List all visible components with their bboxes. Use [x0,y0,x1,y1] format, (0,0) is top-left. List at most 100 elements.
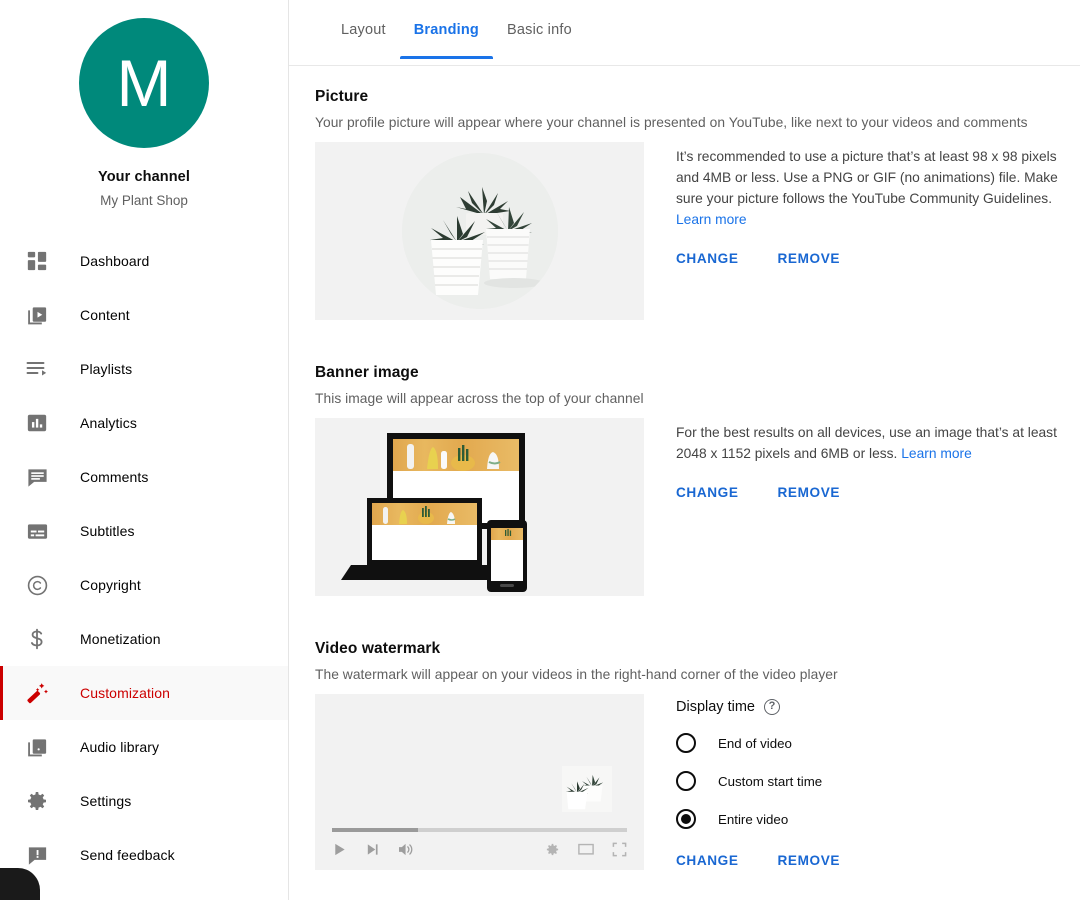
channel-header: M Your channel My Plant Shop [0,0,288,208]
video-controls [332,838,627,860]
banner-info: For the best results on all devices, use… [644,418,1080,596]
sidebar-item-label: Dashboard [80,253,150,269]
avatar[interactable]: M [79,18,209,148]
sidebar-item-label: Copyright [80,577,141,593]
youtube-studio-window: M Your channel My Plant Shop Dashboard C… [0,0,1080,900]
sidebar-item-label: Send feedback [80,847,175,863]
channel-name: My Plant Shop [100,193,188,208]
sidebar-item-label: Monetization [80,631,161,647]
your-channel-label: Your channel [98,169,190,185]
video-progress-fill [332,828,418,832]
sidebar-item-analytics[interactable]: Analytics [0,396,288,450]
picture-info: It’s recommended to use a picture that’s… [644,142,1080,320]
sidebar-item-label: Audio library [80,739,160,755]
display-time-label: Display time [676,699,755,715]
video-library-icon [24,302,50,328]
video-player-mock [315,694,644,870]
radio-label: Custom start time [718,773,823,789]
watermark-subtitle: The watermark will appear on your videos… [315,667,838,682]
tab-branding[interactable]: Branding [399,22,494,59]
sidebar-item-content[interactable]: Content [0,288,288,342]
radio-label: Entire video [718,811,789,827]
sidebar-item-comments[interactable]: Comments [0,450,288,504]
banner-devices-image [315,418,644,596]
picture-change-button[interactable]: CHANGE [676,251,739,266]
help-icon[interactable]: ? [763,699,780,715]
comment-icon [24,464,50,490]
fullscreen-icon[interactable] [612,842,627,857]
banner-help-text: For the best results on all devices, use… [676,425,1057,461]
dollar-icon [24,626,50,652]
tab-basic-info[interactable]: Basic info [493,22,586,58]
sidebar-nav: Dashboard Content Playlists Analytics Co… [0,234,288,882]
radio-entire-video[interactable]: Entire video [676,809,1080,829]
watermark-actions: CHANGE REMOVE [676,853,1080,868]
bar-chart-icon [24,410,50,436]
picture-title: Picture [315,88,369,105]
banner-learn-more-link[interactable]: Learn more [901,446,972,461]
watermark-remove-button[interactable]: REMOVE [778,853,841,868]
picture-subtitle: Your profile picture will appear where y… [315,115,1028,130]
magic-wand-icon [24,680,50,706]
watermark-change-button[interactable]: CHANGE [676,853,739,868]
sidebar-item-label: Customization [80,685,171,701]
main-content: Layout Branding Basic info Picture Your … [289,0,1080,900]
sidebar-item-monetization[interactable]: Monetization [0,612,288,666]
picture-help-text: It’s recommended to use a picture that’s… [676,149,1058,206]
banner-change-button[interactable]: CHANGE [676,485,739,500]
tab-bar: Layout Branding Basic info [289,0,1080,66]
settings-gear-icon[interactable] [545,842,560,857]
watermark-preview[interactable] [315,694,644,870]
sidebar-item-send-feedback[interactable]: Send feedback [0,828,288,882]
sidebar-item-label: Content [80,307,130,323]
radio-custom-start-time[interactable]: Custom start time [676,771,1080,791]
radio-button-selected[interactable] [676,809,696,829]
radio-button[interactable] [676,733,696,753]
video-progress-bar[interactable] [332,828,627,832]
sidebar-item-label: Settings [80,793,132,809]
banner-actions: CHANGE REMOVE [676,485,1080,500]
sidebar-item-subtitles[interactable]: Subtitles [0,504,288,558]
banner-subtitle: This image will appear across the top of… [315,391,644,406]
sidebar-item-copyright[interactable]: Copyright [0,558,288,612]
gear-icon [24,788,50,814]
picture-preview[interactable] [315,142,644,320]
picture-actions: CHANGE REMOVE [676,251,1080,266]
playlist-icon [24,356,50,382]
banner-title: Banner image [315,364,419,381]
sidebar-item-audio-library[interactable]: Audio library [0,720,288,774]
play-icon[interactable] [332,842,347,857]
feedback-icon [24,842,50,868]
dashboard-icon [24,248,50,274]
radio-end-of-video[interactable]: End of video [676,733,1080,753]
picture-learn-more-link[interactable]: Learn more [676,212,747,227]
music-library-icon [24,734,50,760]
tab-layout[interactable]: Layout [327,22,400,58]
sidebar-item-label: Subtitles [80,523,135,539]
sidebar-item-playlists[interactable]: Playlists [0,342,288,396]
miniplayer-icon[interactable] [578,842,594,856]
branding-panel: Picture Your profile picture will appear… [289,66,1080,870]
profile-picture-image [315,142,644,320]
sidebar-item-settings[interactable]: Settings [0,774,288,828]
display-time-header: Display time ? [676,698,1080,715]
avatar-letter: M [116,46,172,120]
sidebar-item-label: Analytics [80,415,137,431]
banner-preview[interactable] [315,418,644,596]
sidebar-item-customization[interactable]: Customization [0,666,288,720]
next-track-icon[interactable] [365,842,380,857]
banner-remove-button[interactable]: REMOVE [778,485,841,500]
section-picture: Picture Your profile picture will appear… [315,88,1080,320]
volume-icon[interactable] [398,842,415,857]
section-banner: Banner image This image will appear acro… [315,364,1080,596]
sidebar-item-dashboard[interactable]: Dashboard [0,234,288,288]
watermark-info: Display time ? End of video Custom start… [644,694,1080,870]
sidebar: M Your channel My Plant Shop Dashboard C… [0,0,289,900]
watermark-title: Video watermark [315,640,441,657]
watermark-thumbnail [562,766,612,812]
radio-button[interactable] [676,771,696,791]
sidebar-item-label: Comments [80,469,149,485]
copyright-icon [24,572,50,598]
picture-remove-button[interactable]: REMOVE [778,251,841,266]
subtitles-icon [24,518,50,544]
